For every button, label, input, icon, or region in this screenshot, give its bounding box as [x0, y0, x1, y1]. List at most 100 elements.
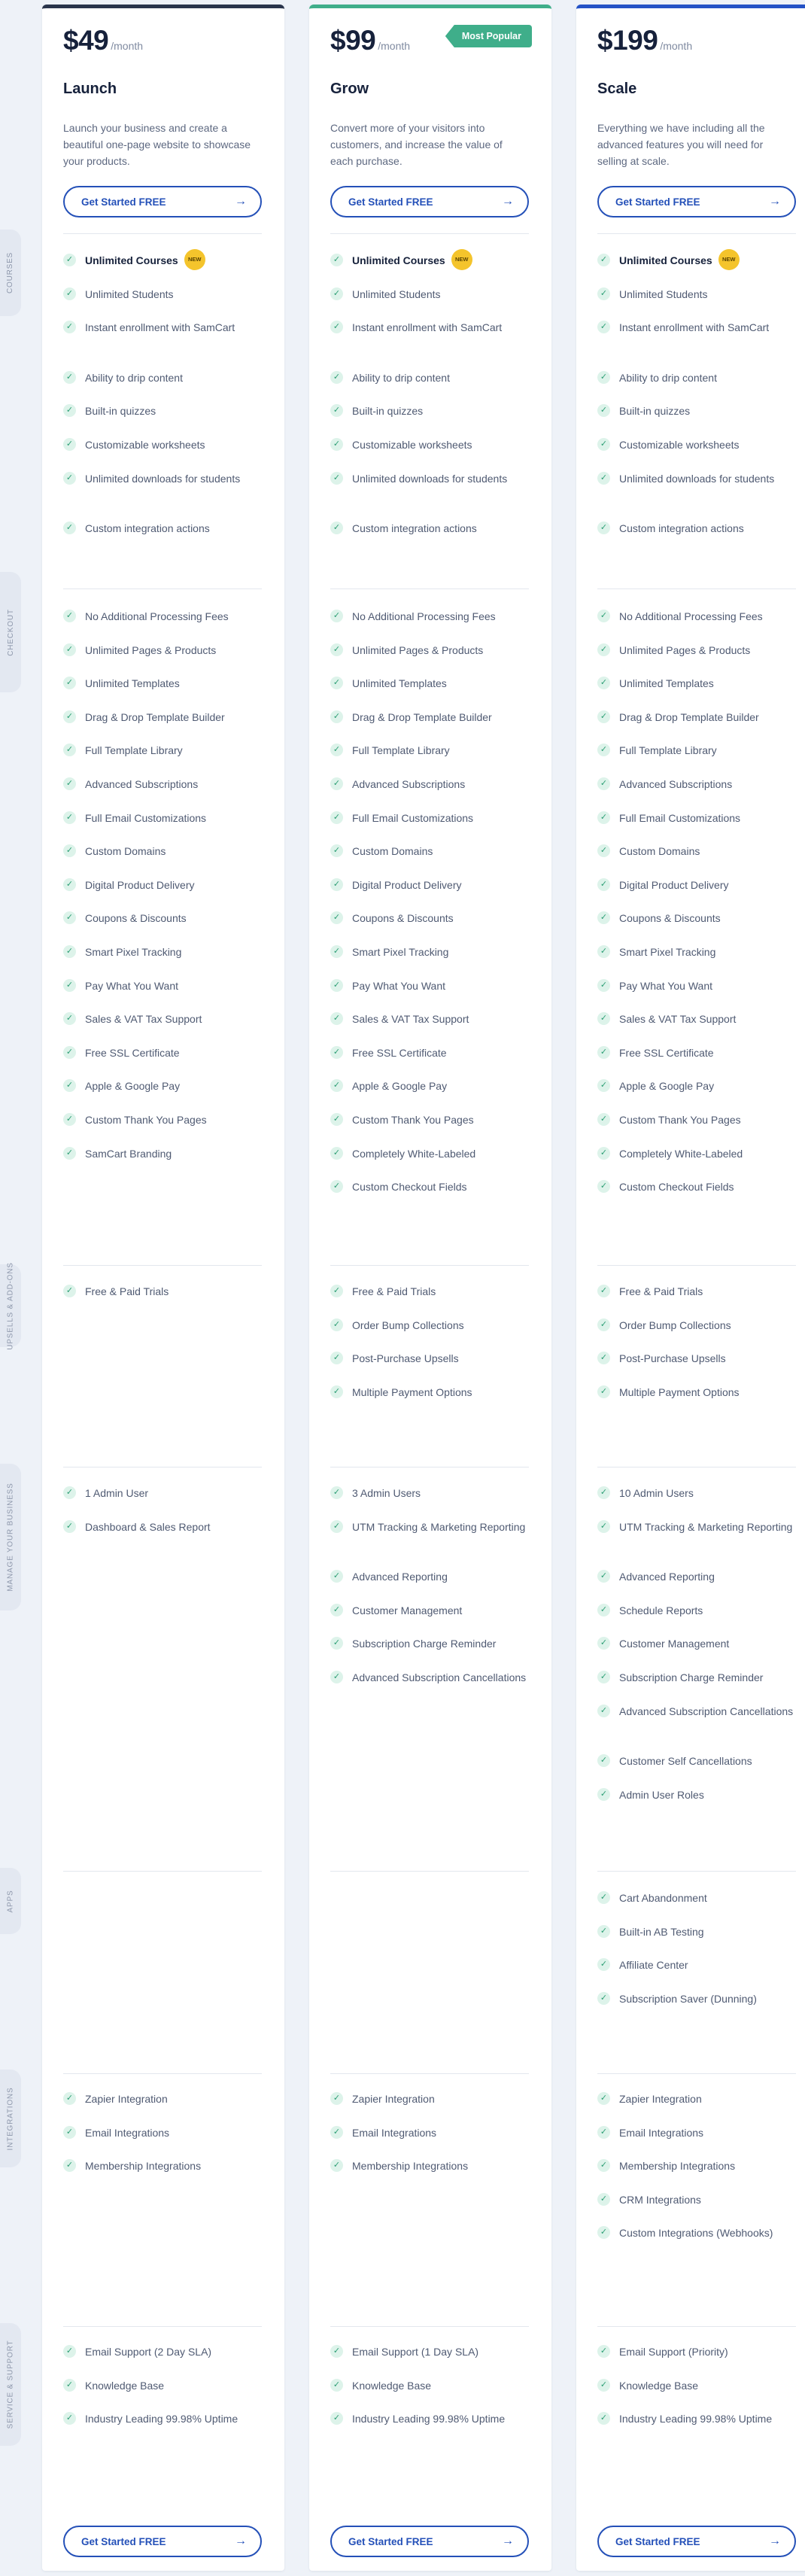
check-icon: ✓	[330, 677, 343, 690]
check-icon: ✓	[63, 677, 76, 690]
get-started-button-bottom[interactable]: Get Started FREE →	[63, 2526, 262, 2557]
check-icon: ✓	[330, 1079, 343, 1093]
feature-text-wrap: Email Support (Priority)	[619, 2343, 728, 2360]
plan-name: Scale	[597, 81, 637, 97]
feature-label: Schedule Reports	[619, 1604, 703, 1616]
feature-text-wrap: Instant enrollment with SamCart	[85, 319, 235, 336]
section-divider	[63, 1871, 262, 1872]
feature-text-wrap: Advanced Subscription Cancellations	[619, 1703, 793, 1720]
feature-label: Completely White-Labeled	[352, 1147, 476, 1160]
feature-text-wrap: Custom Domains	[619, 843, 700, 859]
feature-item: ✓ Apple & Google Pay	[597, 1078, 800, 1094]
check-icon: ✓	[597, 911, 610, 925]
feature-text-wrap: Digital Product Delivery	[352, 877, 462, 893]
feature-item: ✓ Custom Thank You Pages	[597, 1112, 800, 1128]
section-divider	[330, 1265, 529, 1266]
feature-item: ✓ Advanced Subscription Cancellations	[330, 1669, 533, 1686]
feature-text-wrap: Advanced Subscriptions	[619, 776, 732, 792]
feature-label: Membership Integrations	[85, 2160, 202, 2173]
feature-text-wrap: Custom Checkout Fields	[619, 1179, 734, 1195]
feature-item: ✓ Free & Paid Trials	[330, 1283, 533, 1300]
section-divider	[330, 233, 529, 234]
check-icon: ✓	[597, 1180, 610, 1194]
check-icon: ✓	[63, 710, 76, 723]
feature-label: Coupons & Discounts	[352, 912, 454, 925]
feature-label: Customizable worksheets	[85, 439, 205, 451]
feature-text-wrap: Customer Management	[619, 1635, 729, 1652]
feature-label: Knowledge Base	[352, 2379, 432, 2392]
feature-label: Zapier Integration	[85, 2093, 168, 2105]
feature-label: No Additional Processing Fees	[352, 610, 496, 622]
feature-label: Unlimited Templates	[85, 677, 180, 690]
plan-description: Everything we have including all the adv…	[597, 122, 765, 167]
check-icon: ✓	[597, 1637, 610, 1650]
feature-text-wrap: Custom Integrations (Webhooks)	[619, 2225, 773, 2241]
feature-text-wrap: Custom integration actions	[85, 520, 210, 537]
feature-text-wrap: CRM Integrations	[619, 2191, 701, 2208]
check-icon: ✓	[597, 1991, 610, 2005]
check-icon: ✓	[330, 911, 343, 925]
feature-item: ✓ Full Email Customizations	[597, 810, 800, 826]
feature-item: ✓ Sales & VAT Tax Support	[597, 1011, 800, 1027]
feature-label: Drag & Drop Template Builder	[619, 710, 759, 723]
feature-text-wrap: Custom Thank You Pages	[352, 1112, 474, 1128]
feature-item: ✓ Built-in AB Testing	[597, 1924, 800, 1940]
get-started-button-bottom[interactable]: Get Started FREE →	[597, 2526, 796, 2557]
feature-text-wrap: Drag & Drop Template Builder	[352, 709, 492, 725]
feature-text-wrap: Ability to drip content	[352, 370, 450, 386]
check-icon: ✓	[63, 522, 76, 535]
check-icon: ✓	[330, 811, 343, 824]
price-amount: $99	[330, 25, 376, 56]
get-started-button-bottom[interactable]: Get Started FREE →	[330, 2526, 529, 2557]
feature-item: ✓ Digital Product Delivery	[63, 877, 266, 893]
feature-item: ✓ Custom Domains	[330, 843, 533, 859]
feature-text-wrap: Apple & Google Pay	[352, 1078, 447, 1094]
get-started-label: Get Started FREE	[348, 2535, 433, 2547]
feature-label: Built-in quizzes	[619, 405, 691, 418]
feature-item: ✓ Email Integrations	[330, 2124, 533, 2141]
feature-text-wrap: Customizable worksheets	[352, 436, 472, 453]
feature-label: Industry Leading 99.98% Uptime	[619, 2413, 773, 2425]
get-started-button-top[interactable]: Get Started FREE →	[597, 186, 796, 217]
check-icon: ✓	[63, 1012, 76, 1026]
check-icon: ✓	[63, 438, 76, 451]
feature-label: Email Support (Priority)	[619, 2346, 728, 2358]
check-icon: ✓	[597, 710, 610, 723]
feature-label: Knowledge Base	[85, 2379, 165, 2392]
feature-text-wrap: Drag & Drop Template Builder	[85, 709, 225, 725]
feature-text-wrap: Unlimited Templates	[85, 675, 180, 692]
check-icon: ✓	[597, 522, 610, 535]
get-started-button-top[interactable]: Get Started FREE →	[63, 186, 262, 217]
check-icon: ✓	[330, 610, 343, 622]
feature-item: ✓ UTM Tracking & Marketing Reporting	[330, 1519, 533, 1535]
feature-item: ✓ Industry Leading 99.98% Uptime	[63, 2410, 266, 2427]
feature-item: ✓ Unlimited Students	[63, 286, 266, 303]
feature-item: ✓ Post-Purchase Upsells	[330, 1350, 533, 1367]
feature-label: Coupons & Discounts	[85, 912, 187, 925]
check-icon: ✓	[330, 2378, 343, 2392]
check-icon: ✓	[63, 2092, 76, 2105]
check-icon: ✓	[597, 677, 610, 690]
feature-label: Knowledge Base	[619, 2379, 699, 2392]
feature-item: ✓ Membership Integrations	[597, 2158, 800, 2174]
feature-label: Pay What You Want	[352, 979, 445, 992]
check-icon: ✓	[330, 777, 343, 790]
feature-text-wrap: Unlimited Courses NEW	[619, 249, 740, 271]
check-icon: ✓	[63, 643, 76, 656]
feature-item: ✓ Full Template Library	[330, 742, 533, 759]
check-icon: ✓	[63, 610, 76, 622]
feature-item: ✓ Customer Management	[597, 1635, 800, 1652]
feature-text-wrap: Email Integrations	[85, 2124, 169, 2141]
section-divider	[63, 1265, 262, 1266]
check-icon: ✓	[597, 1385, 610, 1398]
get-started-button-top[interactable]: Get Started FREE →	[330, 186, 529, 217]
feature-item: ✓ Customer Management	[330, 1602, 533, 1619]
feature-text-wrap: Advanced Subscriptions	[352, 776, 465, 792]
feature-item: ✓ Free & Paid Trials	[63, 1283, 266, 1300]
feature-label: Email Support (1 Day SLA)	[352, 2346, 479, 2358]
section-tab-label: Integrations	[6, 2087, 15, 2150]
feature-item: ✓ Free & Paid Trials	[597, 1283, 800, 1300]
check-icon: ✓	[597, 2412, 610, 2425]
check-icon: ✓	[597, 1519, 610, 1533]
feature-text-wrap: Unlimited downloads for students	[352, 470, 507, 487]
